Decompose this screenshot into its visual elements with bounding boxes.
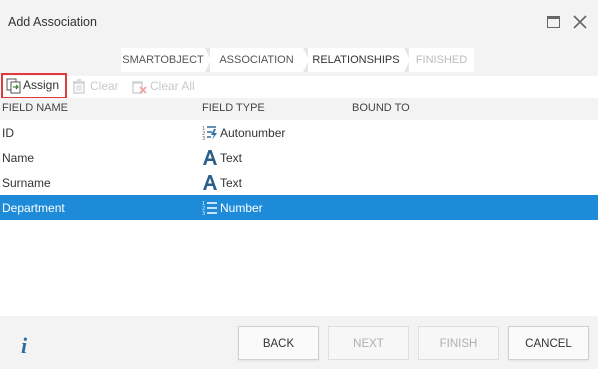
number-icon: 1 2 3 [202,201,217,216]
table-row-selected[interactable]: Department 1 2 3 Number [0,195,598,220]
title-bar: Add Association [0,0,598,44]
field-name-cell: Department [2,201,65,215]
table-row[interactable]: Name Text [0,145,598,170]
wizard-step-relationships[interactable]: RELATIONSHIPS [308,48,404,72]
close-icon [573,15,587,29]
maximize-icon [547,16,560,28]
column-header-bound-to[interactable]: BOUND TO [352,102,410,114]
cancel-button[interactable]: CANCEL [508,326,589,360]
text-type-icon [203,175,217,190]
wizard-step-association[interactable]: ASSOCIATION [210,48,303,72]
back-button[interactable]: BACK [238,326,319,360]
clear-button[interactable]: Clear [72,76,119,98]
dialog-title: Add Association [8,15,97,29]
maximize-button[interactable] [545,13,563,31]
field-name-cell: Surname [2,176,51,190]
wizard-steps: SMARTOBJECT ASSOCIATION RELATIONSHIPS FI… [0,44,598,76]
field-type-label: Text [220,176,243,190]
close-button[interactable] [571,13,589,31]
assign-button[interactable]: Assign [1,73,67,99]
field-type-label: Number [220,201,263,215]
text-type-icon [203,150,217,165]
autonumber-icon: 1 2 3 [202,126,217,141]
next-button[interactable]: NEXT [328,326,409,360]
field-type-label: Text [220,151,243,165]
table-row[interactable]: ID 1 2 3 Autonumber [0,120,598,145]
info-icon[interactable]: i [21,333,27,359]
trash-icon [73,79,85,94]
clear-all-icon [132,81,147,94]
field-type-label: Autonumber [220,126,286,140]
clear-all-button[interactable]: Clear All [132,76,195,98]
svg-text:3: 3 [202,136,205,141]
field-name-cell: ID [2,126,14,140]
field-name-cell: Name [2,151,35,165]
table-row[interactable]: Surname Text [0,170,598,195]
column-header-field-type[interactable]: FIELD TYPE [202,102,265,114]
assign-icon [6,78,21,94]
wizard-step-smartobject[interactable]: SMARTOBJECT [121,48,205,72]
svg-text:3: 3 [202,211,205,216]
assign-label: Assign [23,78,60,92]
dialog-footer: i BACK NEXT FINISH CANCEL [0,316,598,369]
wizard-step-finished: FINISHED [409,48,474,72]
clear-all-label: Clear All [150,79,195,93]
column-header-field-name[interactable]: FIELD NAME [2,102,68,114]
finish-button[interactable]: FINISH [418,326,499,360]
toolbar: Assign Clear Clear All [0,73,598,99]
grid-header: FIELD NAME FIELD TYPE BOUND TO [0,98,598,120]
clear-label: Clear [90,79,119,93]
